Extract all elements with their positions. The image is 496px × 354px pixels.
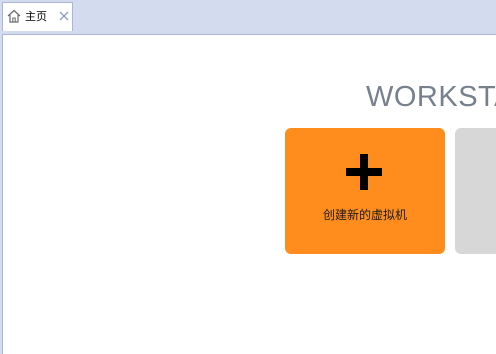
- close-icon[interactable]: [59, 11, 69, 21]
- tab-label: 主页: [25, 10, 47, 23]
- home-tile-2[interactable]: [455, 128, 496, 254]
- tab-bar: 主页: [0, 0, 496, 31]
- plus-icon: [346, 154, 382, 190]
- tab-home[interactable]: 主页: [2, 2, 73, 31]
- home-icon: [7, 9, 21, 23]
- create-vm-button[interactable]: 创建新的虚拟机: [285, 128, 445, 254]
- brand-title: WORKSTA: [366, 81, 496, 113]
- home-page: WORKSTA 创建新的虚拟机: [2, 34, 496, 354]
- create-vm-label: 创建新的虚拟机: [322, 208, 407, 222]
